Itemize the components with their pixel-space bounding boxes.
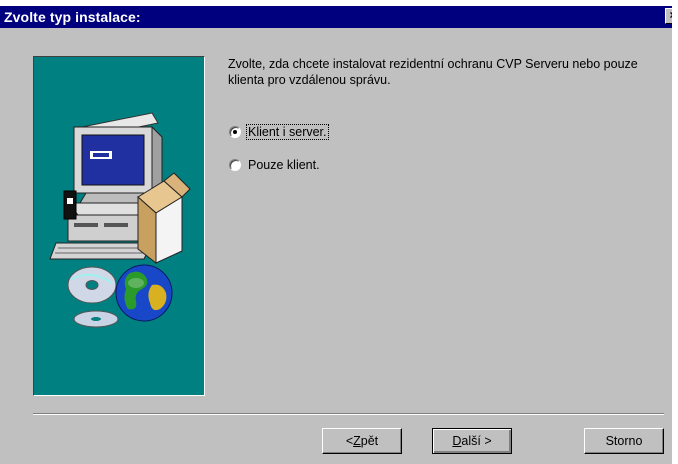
cancel-button[interactable]: Storno <box>584 428 664 454</box>
instruction-text: Zvolte, zda chcete instalovat rezidentní… <box>228 57 638 87</box>
back-button-mnemonic: Z <box>353 434 361 448</box>
option-client-only[interactable]: Pouze klient. <box>229 156 321 174</box>
cancel-button-label: Storno <box>605 434 643 448</box>
radio-selected-dot <box>233 130 237 134</box>
back-button-arrow: < <box>345 434 354 448</box>
radio-button[interactable] <box>229 159 241 171</box>
next-button-mnemonic: D <box>452 434 462 448</box>
window-title: Zvolte typ instalace: <box>4 9 141 25</box>
installer-dialog: Zvolte typ instalace: × <box>0 0 678 464</box>
next-button[interactable]: Další > <box>432 428 512 454</box>
option-client-and-server[interactable]: Klient i server. <box>229 123 329 141</box>
globe-icon <box>115 264 173 322</box>
keyboard-icon <box>49 242 153 260</box>
back-button-label: pět <box>360 434 379 448</box>
computer-illustration <box>49 112 191 328</box>
divider <box>33 413 664 415</box>
next-button-label: alší > <box>461 434 492 448</box>
monitor-icon <box>73 112 163 204</box>
cd-disc-icon <box>67 266 119 328</box>
option-label[interactable]: Klient i server. <box>246 124 329 140</box>
setup-illustration <box>33 56 205 396</box>
option-label[interactable]: Pouze klient. <box>247 158 321 172</box>
back-button[interactable]: < Zpět <box>322 428 402 454</box>
title-bar[interactable]: Zvolte typ instalace: × <box>0 6 678 28</box>
radio-button[interactable] <box>229 126 241 138</box>
